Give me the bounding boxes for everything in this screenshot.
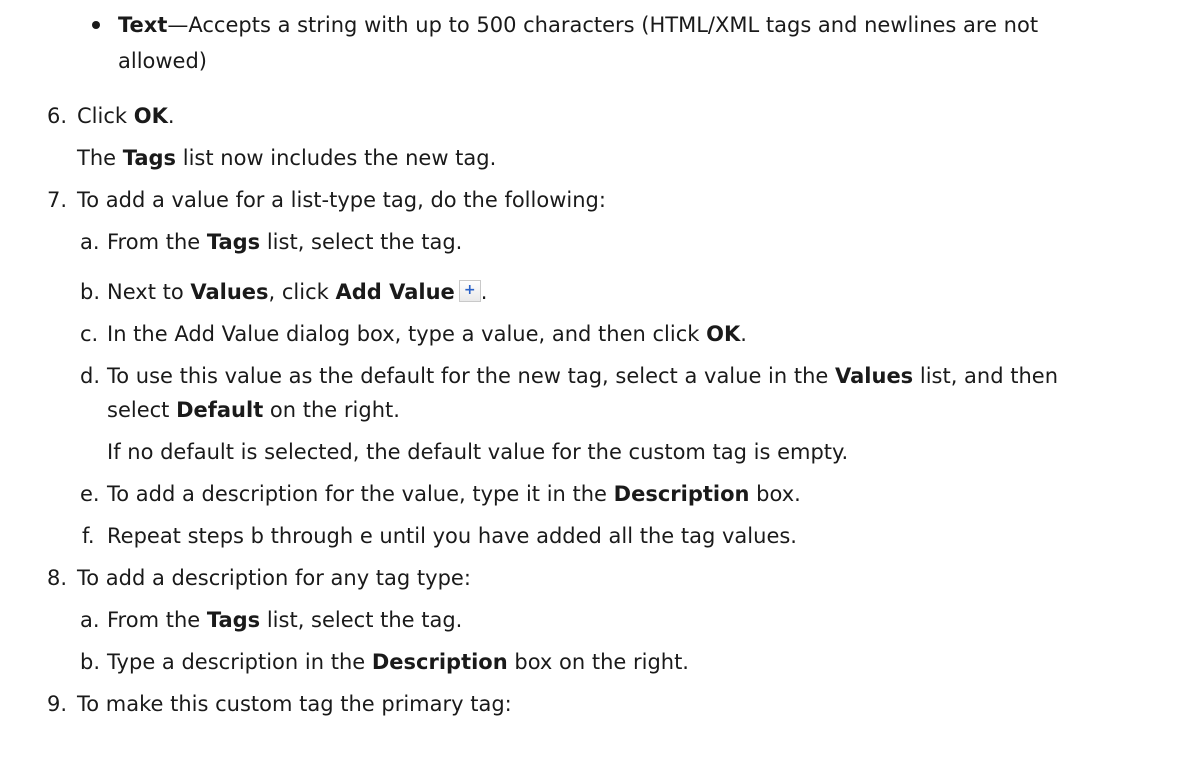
- substep-letter: e.: [80, 482, 100, 506]
- step-7b-text: Next to Values, click Add Value +.: [107, 280, 488, 304]
- step-7d-text-line1: To use this value as the default for the…: [107, 364, 1059, 388]
- step-number: 8.: [47, 566, 68, 590]
- add-value-button: +: [458, 280, 481, 302]
- step-number: 9.: [47, 692, 68, 716]
- step-number: 6.: [47, 104, 68, 128]
- step-7d-note: If no default is selected, the default v…: [107, 440, 849, 464]
- step-8a-text: From the Tags list, select the tag.: [107, 608, 463, 632]
- substep-letter: d.: [80, 364, 101, 388]
- step-7-text: To add a value for a list-type tag, do t…: [77, 188, 606, 212]
- step-6-result: The Tags list now includes the new tag.: [77, 146, 497, 170]
- substep-letter: b.: [80, 280, 101, 304]
- document-page: Text—Accepts a string with up to 500 cha…: [0, 0, 1191, 782]
- bullet-text-line1: Text—Accepts a string with up to 500 cha…: [118, 13, 1039, 37]
- bullet-dot: [92, 21, 100, 29]
- bullet-text-line2: allowed): [118, 49, 208, 73]
- plus-icon: +: [463, 282, 476, 298]
- step-6-text: Click OK.: [77, 104, 175, 128]
- step-7c-text: In the Add Value dialog box, type a valu…: [107, 322, 747, 346]
- step-8-text: To add a description for any tag type:: [77, 566, 471, 590]
- substep-letter: a.: [80, 608, 100, 632]
- step-7d-text-line2: select Default on the right.: [107, 398, 400, 422]
- substep-letter: b.: [80, 650, 101, 674]
- step-7a-text: From the Tags list, select the tag.: [107, 230, 463, 254]
- substep-letter: a.: [80, 230, 100, 254]
- step-9-text: To make this custom tag the primary tag:: [77, 692, 512, 716]
- substep-letter: f.: [82, 524, 95, 548]
- step-8b-text: Type a description in the Description bo…: [107, 650, 689, 674]
- step-number: 7.: [47, 188, 68, 212]
- step-7f-text: Repeat steps b through e until you have …: [107, 524, 797, 548]
- step-7e-text: To add a description for the value, type…: [107, 482, 801, 506]
- substep-letter: c.: [80, 322, 99, 346]
